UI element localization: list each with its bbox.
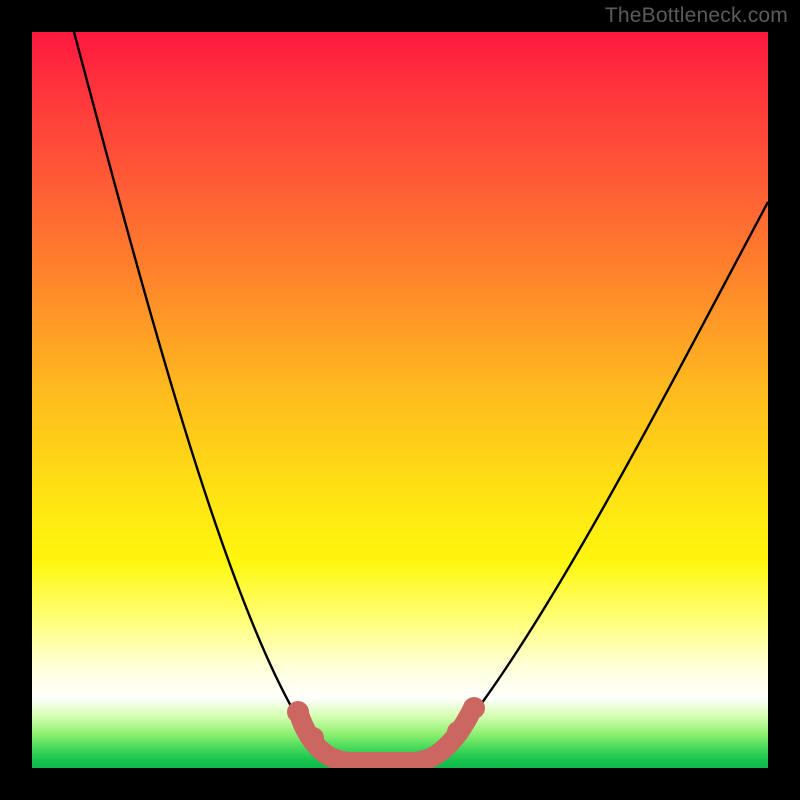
plot-area: [32, 32, 768, 768]
marker-dot: [287, 701, 309, 723]
trough-highlight: [299, 710, 472, 762]
curve-layer: [32, 32, 768, 768]
marker-dot: [447, 721, 469, 743]
bottleneck-curve: [74, 32, 768, 760]
watermark-text: TheBottleneck.com: [605, 4, 788, 28]
chart-frame: TheBottleneck.com: [0, 0, 800, 800]
marker-dot: [302, 727, 324, 749]
marker-dot: [463, 697, 485, 719]
